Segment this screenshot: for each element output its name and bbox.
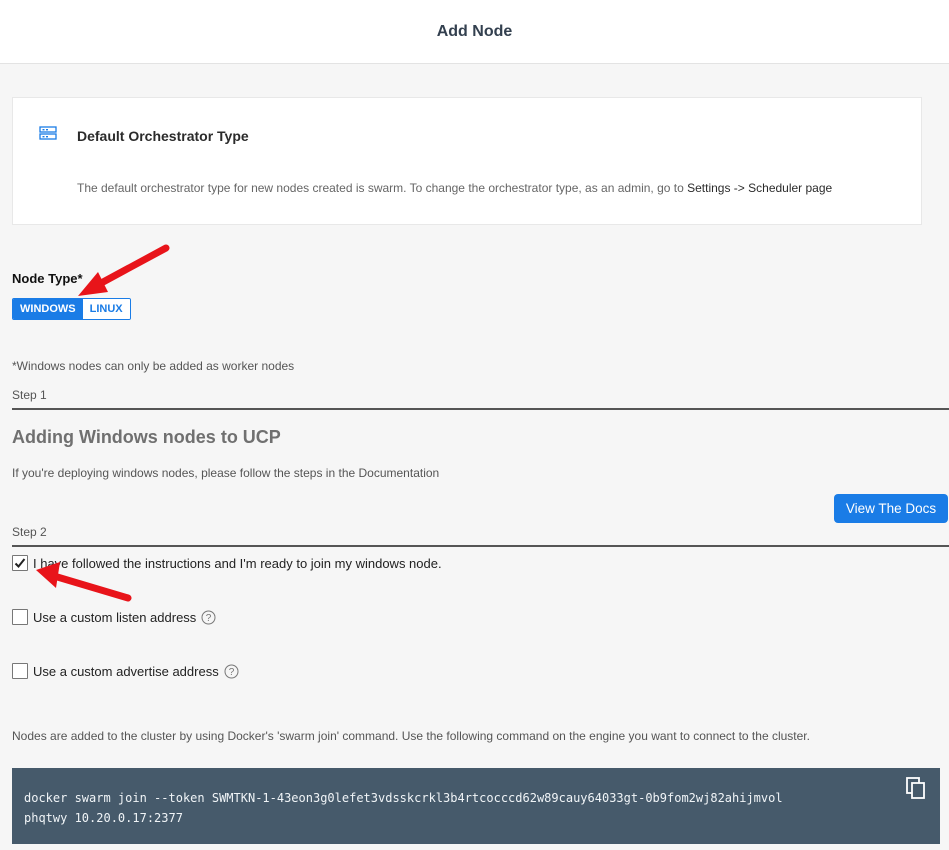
checkmark-icon — [14, 558, 26, 568]
node-type-linux-button[interactable]: LINUX — [82, 299, 130, 319]
join-command-text[interactable]: docker swarm join --token SWMTKN-1-43eon… — [24, 788, 784, 828]
node-type-toggle[interactable]: WINDOWS LINUX — [12, 298, 131, 320]
orchestrator-description: The default orchestrator type for new no… — [77, 181, 832, 195]
step-1-description: If you're deploying windows nodes, pleas… — [12, 466, 440, 480]
step-2-label: Step 2 — [12, 525, 47, 539]
annotation-arrow-icon — [78, 244, 170, 296]
step-1-divider — [12, 408, 949, 410]
page-header: Add Node — [0, 0, 949, 64]
join-command-box: docker swarm join --token SWMTKN-1-43eon… — [12, 768, 940, 844]
custom-advertise-address-checkbox[interactable] — [12, 663, 28, 679]
step-2-divider — [12, 545, 949, 547]
svg-text:?: ? — [206, 613, 212, 624]
page-title: Add Node — [436, 22, 513, 40]
scheduler-settings-link[interactable]: Settings -> Scheduler page — [687, 181, 832, 195]
svg-text:?: ? — [228, 667, 234, 678]
view-docs-button[interactable]: View The Docs — [834, 494, 948, 523]
node-type-windows-button[interactable]: WINDOWS — [13, 299, 83, 319]
server-grid-icon — [39, 126, 57, 140]
custom-advertise-address-row[interactable]: Use a custom advertise address ? — [12, 663, 239, 679]
windows-worker-note: *Windows nodes can only be added as work… — [12, 359, 295, 373]
step-1-label: Step 1 — [12, 388, 47, 402]
ready-to-join-label: I have followed the instructions and I'm… — [33, 555, 442, 571]
orchestrator-description-text: The default orchestrator type for new no… — [77, 181, 688, 195]
custom-advertise-address-label: Use a custom advertise address — [33, 663, 219, 679]
orchestrator-info-card: Default Orchestrator Type The default or… — [12, 97, 922, 225]
ready-to-join-checkbox[interactable] — [12, 555, 28, 571]
ready-to-join-row[interactable]: I have followed the instructions and I'm… — [12, 555, 442, 571]
custom-listen-address-row[interactable]: Use a custom listen address ? — [12, 609, 216, 625]
custom-listen-address-checkbox[interactable] — [12, 609, 28, 625]
node-type-label: Node Type* — [12, 271, 83, 286]
custom-listen-address-label: Use a custom listen address — [33, 609, 197, 625]
join-command-description: Nodes are added to the cluster by using … — [12, 729, 810, 743]
copy-icon[interactable] — [905, 776, 927, 800]
step-1-title: Adding Windows nodes to UCP — [12, 427, 281, 447]
help-icon[interactable]: ? — [201, 610, 216, 625]
orchestrator-title: Default Orchestrator Type — [77, 128, 249, 144]
help-icon[interactable]: ? — [224, 664, 239, 679]
